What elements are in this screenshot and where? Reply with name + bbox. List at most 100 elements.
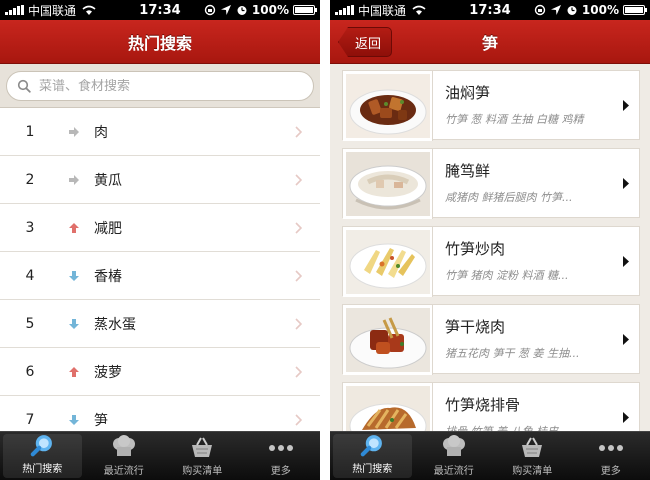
recipe-ingredients: 竹笋 葱 料酒 生抽 白糖 鸡精 [445,113,584,126]
tab-item[interactable]: 购买清单 [493,432,572,480]
search-icon [17,79,31,93]
chevron-right-icon [295,318,302,330]
recipe-ingredients: 咸猪肉 鲜猪后腿肉 竹笋... [445,191,573,204]
tab-label: 更多 [270,466,291,477]
trend-up-icon [69,222,79,233]
rank-number: 3 [25,219,35,236]
tab-item[interactable]: 更多 [572,432,650,480]
disclosure-arrow-icon [623,334,629,345]
nav-bar: 返回 笋 [330,20,650,64]
dish-photo [346,74,430,138]
recipe-name: 竹笋炒肉 [445,240,506,258]
recipe-ingredients: 猪五花肉 笋干 葱 姜 生抽... [445,347,580,360]
back-button[interactable]: 返回 [338,27,393,57]
tab-label: 购买清单 [182,466,223,477]
recipe-info: 竹笋烧排骨排骨 竹笋 姜 八角 桂皮 [433,383,639,431]
carrier-label: 中国联通 [358,3,407,18]
disclosure-arrow-icon [623,256,629,267]
recipe-info: 竹笋炒肉竹笋 猪肉 淀粉 料酒 糖... [433,227,639,295]
screenshot-stage: 中国联通 17:34 100% 热门搜索 1肉2黄瓜 3 减肥 4 香椿 5蒸水蛋6菠萝7… [0,0,650,480]
tab-item[interactable]: 热门搜索 [3,434,82,478]
chevron-right-icon [295,366,302,378]
battery-percent: 100% [581,3,619,17]
tab-label: 更多 [600,466,621,477]
tab-item[interactable]: 购买清单 [163,432,242,480]
location-icon [220,5,231,15]
recipe-card[interactable]: 竹笋烧排骨排骨 竹笋 姜 八角 桂皮 [342,382,640,431]
search-bar [0,64,320,108]
recipe-thumbnail [343,305,433,375]
hot-search-row[interactable]: 2 黄瓜 [0,156,320,204]
hot-search-label: 减肥 [94,220,122,237]
tab-label: 最近流行 [433,466,474,477]
basket-icon [192,437,213,457]
chef-hat-icon [112,435,135,456]
trend-up-icon [69,366,79,377]
recipe-name: 笋干烧肉 [445,318,506,336]
search-icon [360,435,383,457]
rank-number: 4 [25,267,35,284]
more-dots-icon [598,445,623,451]
search-box[interactable] [6,71,314,101]
recipe-card[interactable]: 笋干烧肉猪五花肉 笋干 葱 姜 生抽... [342,304,640,375]
recipe-ingredients: 竹笋 猪肉 淀粉 料酒 糖... [445,269,569,282]
trend-down-icon [69,414,79,425]
hot-search-row[interactable]: 7笋 [0,396,320,431]
tab-label: 热门搜索 [22,464,63,475]
search-icon [30,435,53,457]
recipe-card[interactable]: 竹笋炒肉竹笋 猪肉 淀粉 料酒 糖... [342,226,640,297]
chevron-right-icon [295,174,302,186]
basket-icon [522,437,543,457]
nav-bar: 热门搜索 [0,20,320,64]
dish-photo [346,308,430,372]
tab-bar: 热门搜索 最近流行 购买清单 更多 [330,431,650,480]
trend-flat-icon [69,174,79,185]
recipe-thumbnail [343,71,433,141]
tab-item[interactable]: 最近流行 [415,432,494,480]
alarm-icon [567,6,577,15]
wifi-icon [82,5,96,15]
recipe-name: 油焖笋 [445,84,491,102]
hot-search-row[interactable]: 3 减肥 [0,204,320,252]
hot-search-row[interactable]: 6 菠萝 [0,348,320,396]
hot-search-row[interactable]: 5 蒸水蛋 [0,300,320,348]
status-bar: 中国联通 17:34 100% [330,0,650,20]
tab-item[interactable]: 最近流行 [85,432,164,480]
hot-search-label: 笋 [94,412,108,429]
rank-number: 5 [25,315,35,332]
battery-percent: 100% [251,3,289,17]
recipe-card[interactable]: 腌笃鲜 咸猪肉 鲜猪后腿肉 竹笋... [342,148,640,219]
rotation-lock-icon [534,4,546,16]
rank-number: 2 [25,171,35,188]
tab-item[interactable]: 热门搜索 [333,434,412,478]
recipe-card[interactable]: 油焖笋竹笋 葱 料酒 生抽 白糖 鸡精 [342,70,640,141]
tab-label: 热门搜索 [352,464,393,475]
search-input[interactable] [39,78,303,94]
recipe-thumbnail [343,227,433,297]
disclosure-arrow-icon [623,412,629,423]
chevron-right-icon [295,270,302,282]
recipe-info: 油焖笋竹笋 葱 料酒 生抽 白糖 鸡精 [433,71,639,139]
trend-down-icon [69,270,79,281]
tab-item[interactable]: 更多 [242,432,321,480]
bamboo-shoot-recipes-screen: 中国联通 17:34 100% 返回 笋 油焖笋竹笋 葱 料酒 生抽 白糖 鸡精… [330,0,650,480]
battery-icon [623,5,647,15]
page-title: 笋 [481,33,498,53]
recipe-info: 笋干烧肉猪五花肉 笋干 葱 姜 生抽... [433,305,639,373]
status-bar: 中国联通 17:34 100% [0,0,320,20]
page-title: 热门搜索 [127,33,192,53]
wifi-icon [412,5,426,15]
recipe-thumbnail [343,149,433,219]
tab-label: 购买清单 [512,466,553,477]
chef-hat-icon [442,435,465,456]
tab-label: 最近流行 [103,466,144,477]
trend-flat-icon [69,126,79,137]
hot-search-row[interactable]: 1肉 [0,108,320,156]
tab-bar: 热门搜索 最近流行 购买清单 更多 [0,431,320,480]
hot-search-label: 菠萝 [94,364,122,381]
disclosure-arrow-icon [623,178,629,189]
hot-search-label: 香椿 [94,268,122,285]
hot-search-row[interactable]: 4 香椿 [0,252,320,300]
recipe-info: 腌笃鲜 咸猪肉 鲜猪后腿肉 竹笋... [433,149,639,217]
signal-icon [335,5,354,15]
